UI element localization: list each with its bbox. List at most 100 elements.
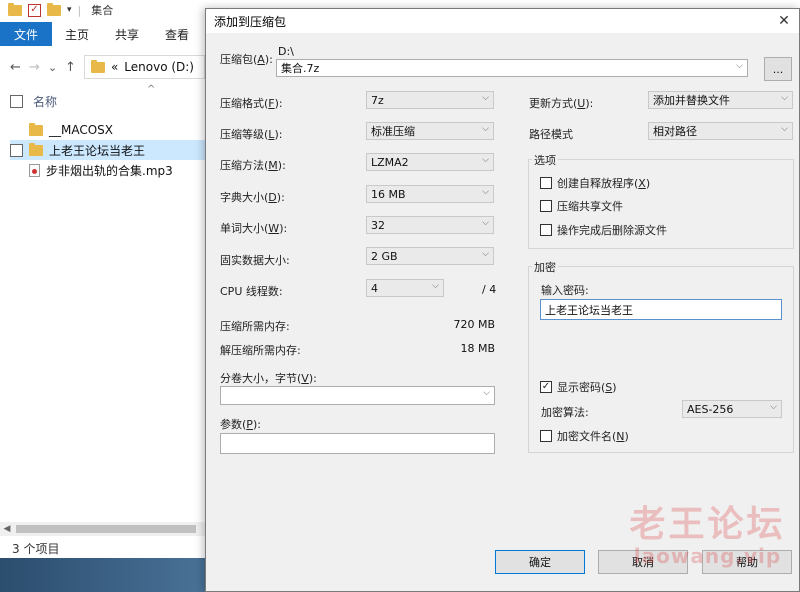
file-row[interactable]: 步非烟出轨的合集.mp3 bbox=[10, 160, 205, 180]
path-mode-select[interactable]: 相对路径 ⌵ bbox=[648, 122, 793, 140]
show-password-label: 显示密码(S) bbox=[557, 381, 617, 394]
encrypt-filenames-label: 加密文件名(N) bbox=[557, 430, 629, 443]
level-select[interactable]: 标准压缩 ⌵ bbox=[366, 122, 494, 140]
compress-shared-checkbox[interactable]: 压缩共享文件 bbox=[540, 198, 623, 214]
chevron-down-icon: ⌵ bbox=[482, 218, 489, 228]
delete-after-label: 操作完成后删除源文件 bbox=[557, 224, 667, 237]
folder-icon bbox=[29, 122, 43, 136]
update-mode-select[interactable]: 添加并替换文件 ⌵ bbox=[648, 91, 793, 109]
title-separator: | bbox=[77, 3, 82, 17]
word-size-select[interactable]: 32 ⌵ bbox=[366, 216, 494, 234]
row-checkbox[interactable] bbox=[10, 143, 23, 157]
file-name: __MACOSX bbox=[49, 123, 114, 137]
up-arrow-icon[interactable]: ↑ bbox=[65, 60, 76, 75]
checkbox-box[interactable] bbox=[540, 430, 552, 442]
horizontal-scrollbar[interactable]: ◀ bbox=[0, 522, 205, 536]
password-input[interactable]: 上老王论坛当老王 bbox=[540, 299, 782, 320]
solid-block-label: 固实数据大小: bbox=[220, 254, 290, 267]
update-mode-label: 更新方式(U): bbox=[529, 97, 594, 110]
show-password-checkbox[interactable]: ✓ 显示密码(S) bbox=[540, 379, 617, 395]
encryption-group-title: 加密 bbox=[532, 259, 558, 275]
close-icon[interactable]: ✕ bbox=[775, 12, 793, 30]
word-size-value: 32 bbox=[371, 218, 385, 232]
address-separator: « bbox=[110, 60, 119, 74]
cpu-threads-total: / 4 bbox=[482, 283, 497, 296]
file-row[interactable]: 上老王论坛当老王 bbox=[10, 140, 205, 160]
dialog-titlebar: 添加到压缩包 bbox=[206, 9, 799, 33]
chevron-down-icon: ⌵ bbox=[781, 124, 788, 134]
chevron-down-icon: ⌵ bbox=[781, 93, 788, 103]
scrollbar-thumb[interactable] bbox=[16, 525, 196, 533]
back-arrow-icon[interactable]: ← bbox=[10, 60, 21, 75]
site-watermark: 老王论坛 laowang.vip bbox=[615, 504, 800, 568]
checkbox-box[interactable]: ✓ bbox=[540, 381, 552, 393]
cpu-threads-label: CPU 线程数: bbox=[220, 285, 283, 298]
method-value: LZMA2 bbox=[371, 155, 409, 169]
chevron-down-icon: ⌵ bbox=[482, 93, 489, 103]
encryption-method-label: 加密算法: bbox=[541, 406, 589, 419]
delete-after-checkbox[interactable]: 操作完成后删除源文件 bbox=[540, 222, 667, 238]
create-sfx-checkbox[interactable]: 创建自释放程序(X) bbox=[540, 175, 650, 191]
password-label: 输入密码: bbox=[541, 284, 589, 297]
encryption-method-select[interactable]: AES-256 ⌵ bbox=[682, 400, 782, 418]
compress-memory-value: 720 MB bbox=[453, 318, 495, 331]
chevron-down-icon[interactable]: ⌵ bbox=[483, 388, 490, 398]
watermark-title: 老王论坛 bbox=[629, 504, 786, 545]
archive-label: 压缩包(A): bbox=[220, 53, 273, 66]
method-label: 压缩方法(M): bbox=[220, 159, 286, 172]
audio-file-icon bbox=[29, 163, 40, 177]
file-row[interactable]: __MACOSX bbox=[10, 120, 205, 140]
compress-memory-label: 压缩所需内存: bbox=[220, 320, 290, 333]
method-select[interactable]: LZMA2 ⌵ bbox=[366, 153, 494, 171]
encrypt-filenames-checkbox[interactable]: 加密文件名(N) bbox=[540, 428, 629, 444]
decompress-memory-value: 18 MB bbox=[460, 342, 495, 355]
qat-dropdown-icon[interactable]: ▾ bbox=[67, 5, 72, 15]
checkbox-box[interactable] bbox=[540, 224, 552, 236]
decompress-memory-label: 解压缩所需内存: bbox=[220, 344, 301, 357]
cpu-threads-value: 4 bbox=[371, 281, 378, 295]
select-all-checkbox[interactable] bbox=[10, 94, 23, 108]
column-header-name[interactable]: 名称 bbox=[33, 93, 57, 110]
ok-button[interactable]: 确定 bbox=[495, 550, 585, 574]
word-size-label: 单词大小(W): bbox=[220, 222, 288, 235]
solid-block-select[interactable]: 2 GB ⌵ bbox=[366, 247, 494, 265]
chevron-down-icon: ⌵ bbox=[482, 124, 489, 134]
checkbox-box[interactable] bbox=[540, 200, 552, 212]
path-mode-value: 相对路径 bbox=[653, 125, 697, 138]
file-name: 步非烟出轨的合集.mp3 bbox=[46, 163, 173, 178]
explorer-title: 集合 bbox=[91, 4, 114, 17]
compress-shared-label: 压缩共享文件 bbox=[557, 200, 623, 213]
chevron-down-icon: ⌵ bbox=[432, 281, 439, 291]
browse-button[interactable]: ... bbox=[764, 57, 792, 81]
recent-dropdown-icon[interactable]: ⌄ bbox=[48, 61, 57, 74]
checkbox-box[interactable] bbox=[540, 177, 552, 189]
archive-name-combobox[interactable]: 集合.7z ⌵ bbox=[276, 59, 748, 77]
ribbon-tab-file[interactable]: 文件 bbox=[0, 22, 53, 46]
dialog-title: 添加到压缩包 bbox=[214, 14, 287, 29]
ribbon-tab-view[interactable]: 查看 bbox=[152, 22, 202, 46]
ribbon-tab-home[interactable]: 主页 bbox=[52, 22, 102, 46]
volume-size-combobox[interactable]: ⌵ bbox=[220, 386, 495, 405]
dictionary-select[interactable]: 16 MB ⌵ bbox=[366, 185, 494, 203]
new-folder-icon[interactable] bbox=[47, 2, 61, 16]
ribbon-tab-share[interactable]: 共享 bbox=[102, 22, 152, 46]
cpu-threads-select[interactable]: 4 ⌵ bbox=[366, 279, 444, 297]
properties-check-icon[interactable]: ✓ bbox=[28, 3, 41, 17]
format-label: 压缩格式(F): bbox=[220, 97, 283, 110]
solid-block-value: 2 GB bbox=[371, 249, 398, 263]
chevron-down-icon[interactable]: ⌵ bbox=[736, 61, 743, 71]
parameters-input[interactable] bbox=[220, 433, 495, 454]
scroll-left-icon[interactable]: ◀ bbox=[0, 524, 14, 534]
forward-arrow-icon[interactable]: → bbox=[29, 60, 40, 75]
chevron-down-icon: ⌵ bbox=[482, 187, 489, 197]
archive-directory: D:\ bbox=[278, 45, 294, 58]
chevron-down-icon: ⌵ bbox=[482, 249, 489, 259]
address-bar[interactable]: « Lenovo (D:) bbox=[83, 55, 205, 79]
update-mode-value: 添加并替换文件 bbox=[653, 94, 730, 107]
explorer-ribbon: 文件 主页 共享 查看 bbox=[0, 22, 205, 46]
folder-icon[interactable] bbox=[8, 2, 22, 16]
encryption-method-value: AES-256 bbox=[687, 402, 734, 416]
format-select[interactable]: 7z ⌵ bbox=[366, 91, 494, 109]
address-folder-icon bbox=[90, 59, 105, 73]
path-mode-label: 路径模式 bbox=[529, 128, 573, 141]
